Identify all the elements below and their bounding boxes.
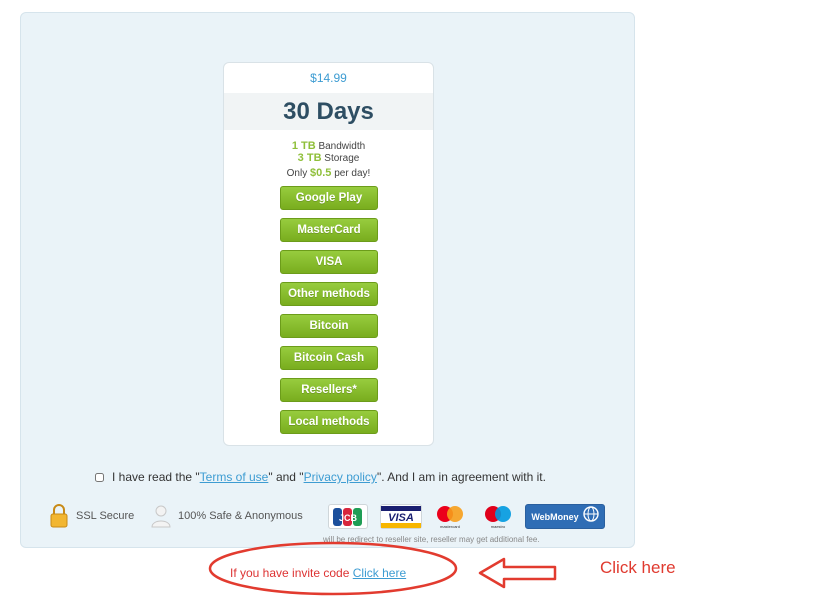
webmoney-logo-text: WebMoney — [531, 511, 579, 522]
bandwidth-amount: 1 TB — [291, 140, 316, 152]
agreement-suffix: ". And I am in agreement with it. — [376, 470, 546, 484]
local-methods-button[interactable]: Local methods — [280, 410, 378, 434]
mastercard-logo-text: mastercard — [440, 524, 460, 529]
mastercard-logo: mastercard — [430, 504, 470, 529]
bandwidth-label: Bandwidth — [318, 141, 366, 152]
safe-anonymous-badge: 100% Safe & Anonymous — [150, 504, 303, 528]
webmoney-logo: WebMoney — [525, 504, 605, 529]
agreement-checkbox[interactable] — [95, 472, 104, 482]
agreement-prefix: I have read the " — [112, 470, 200, 484]
google-play-button[interactable]: Google Play — [280, 186, 378, 210]
terms-of-use-link[interactable]: Terms of use — [200, 470, 269, 484]
other-methods-button[interactable]: Other methods — [280, 282, 378, 306]
jcb-logo: JCB — [328, 504, 368, 529]
plan-card: $14.99 30 Days 1 TB Bandwidth 3 TB Stora… — [223, 62, 434, 446]
storage-label: Storage — [324, 153, 360, 164]
user-icon — [150, 504, 172, 528]
bandwidth-feature: 1 TB Bandwidth — [224, 140, 433, 152]
plan-duration: 30 Days — [283, 98, 374, 125]
per-day-feature: Only $0.5 per day! — [224, 167, 433, 179]
storage-feature: 3 TB Storage — [224, 152, 433, 164]
storage-amount: 3 TB — [297, 152, 322, 164]
globe-icon — [582, 506, 599, 527]
lock-icon — [50, 504, 68, 528]
mastercard-button[interactable]: MasterCard — [280, 218, 378, 242]
annotation-click-here-label: Click here — [600, 558, 676, 577]
agreement-row: I have read the " Terms of use " and " Priv… — [95, 470, 546, 484]
agreement-middle: " and " — [268, 470, 304, 484]
annotation-arrow-icon — [478, 556, 558, 590]
invite-prefix: If you have invite code — [230, 566, 350, 580]
visa-logo: VISA — [380, 504, 422, 529]
visa-logo-text: VISA — [388, 512, 414, 524]
bitcoin-cash-button[interactable]: Bitcoin Cash — [280, 346, 378, 370]
ssl-secure-badge: SSL Secure — [50, 504, 134, 528]
maestro-logo: maestro — [478, 504, 518, 529]
safe-anonymous-text: 100% Safe & Anonymous — [178, 510, 303, 522]
invite-click-here-link[interactable]: Click here — [353, 566, 406, 580]
visa-button[interactable]: VISA — [280, 250, 378, 274]
maestro-logo-text: maestro — [491, 524, 506, 529]
duration-band: 30 Days — [224, 93, 433, 130]
per-day-value: $0.5 — [310, 167, 332, 179]
bitcoin-button[interactable]: Bitcoin — [280, 314, 378, 338]
resellers-button[interactable]: Resellers* — [280, 378, 378, 402]
privacy-policy-link[interactable]: Privacy policy — [304, 470, 377, 484]
jcb-logo-text: JCB — [339, 513, 358, 523]
per-day-prefix: Only — [286, 168, 308, 179]
ssl-secure-text: SSL Secure — [76, 510, 135, 522]
per-day-suffix: per day! — [334, 168, 371, 179]
invite-code-row: If you have invite code Click here — [230, 566, 406, 580]
plan-price: $14.99 — [310, 71, 347, 85]
